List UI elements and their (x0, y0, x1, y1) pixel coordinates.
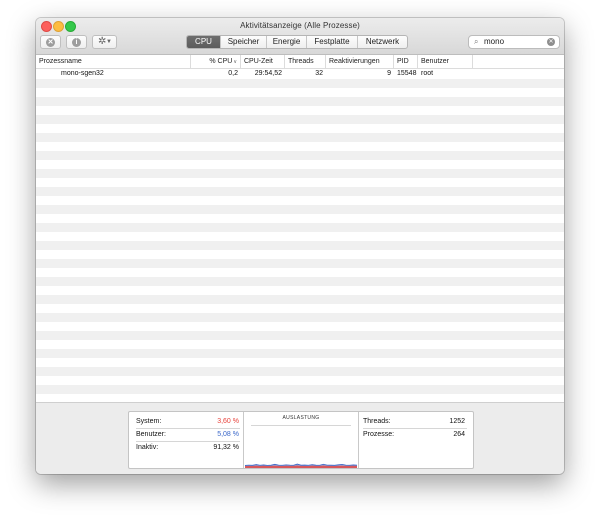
table-row-stripe (36, 277, 564, 286)
table-row-stripe (36, 331, 564, 340)
column-header-threads[interactable]: Threads (285, 55, 326, 68)
sort-descending-icon: ∨ (233, 59, 237, 65)
tab-memory[interactable]: Speicher (220, 36, 266, 48)
column-header-cpu-time[interactable]: CPU-Zeit (241, 55, 285, 68)
table-row-stripe (36, 295, 564, 304)
user-value: 5,08 % (217, 431, 239, 438)
table-header: Prozessname % CPU∨ CPU-Zeit Threads Reak… (36, 55, 564, 69)
inspect-process-button[interactable]: i (66, 35, 87, 49)
column-header-cpu[interactable]: % CPU∨ (191, 55, 241, 68)
search-input-value[interactable]: mono (484, 36, 504, 48)
table-row-stripe (36, 97, 564, 106)
table-row-stripe (36, 241, 564, 250)
chevron-down-icon: ▼ (106, 39, 112, 45)
system-label: System: (136, 418, 162, 425)
cpu-load-graph (245, 463, 357, 468)
table-row-stripe (36, 313, 564, 322)
table-row-stripe (36, 115, 564, 124)
system-value: 3,60 % (217, 418, 239, 425)
table-row-stripe (36, 133, 564, 142)
table-row-stripe (36, 79, 564, 88)
cpu-percent-cell: 0,2 (228, 70, 238, 77)
table-row-stripe (36, 187, 564, 196)
threads-cell: 32 (315, 70, 323, 77)
processes-label: Prozesse: (363, 431, 395, 438)
close-x-icon: ✕ (46, 37, 55, 47)
user-label: Benutzer: (136, 431, 166, 438)
category-tabs: CPU Speicher Energie Festplatte Netzwerk (186, 35, 408, 49)
divider (136, 441, 240, 442)
column-header-user[interactable]: Benutzer (418, 55, 473, 68)
divider (243, 412, 244, 468)
divider (358, 412, 359, 468)
process-name-cell: mono-sgen32 (61, 70, 104, 77)
tab-cpu[interactable]: CPU (187, 36, 220, 48)
pid-cell: 15548 (397, 70, 417, 77)
search-icon: ⌕ (474, 37, 479, 46)
divider (363, 428, 467, 429)
tab-network[interactable]: Netzwerk (357, 36, 407, 48)
table-row-stripe (36, 259, 564, 268)
tab-disk[interactable]: Festplatte (306, 36, 357, 48)
table-row-stripe (36, 367, 564, 376)
title-bar: Aktivitätsanzeige (Alle Prozesse) ✕ i ✲ … (36, 18, 564, 55)
system-load-area (245, 465, 357, 468)
user-cell: root (421, 70, 434, 77)
tab-energy[interactable]: Energie (266, 36, 306, 48)
divider (136, 428, 240, 429)
cpu-time-cell: 29:54,52 (254, 70, 282, 77)
table-row-stripe (36, 151, 564, 160)
table-row[interactable]: mono-sgen32 0,2 29:54,52 32 9 15548 root (36, 68, 564, 79)
table-row-stripe (36, 349, 564, 358)
column-header-pid[interactable]: PID (394, 55, 418, 68)
column-header-reactivations[interactable]: Reaktivierungen (326, 55, 394, 68)
table-row-stripe (36, 385, 564, 394)
quit-process-button[interactable]: ✕ (40, 35, 61, 49)
column-header-process-name[interactable]: Prozessname (36, 55, 191, 68)
threads-value: 1252 (449, 418, 465, 425)
table-row-stripe (36, 223, 564, 232)
graph-title: AUSLASTUNG (282, 415, 320, 421)
process-table: mono-sgen32 0,2 29:54,52 32 9 15548 root (36, 68, 564, 402)
idle-value: 91,32 % (213, 444, 239, 451)
activity-monitor-window: Aktivitätsanzeige (Alle Prozesse) ✕ i ✲ … (36, 18, 564, 474)
idle-label: Inaktiv: (136, 444, 159, 451)
reactivations-cell: 9 (387, 70, 391, 77)
cpu-stats-box: System: 3,60 % Benutzer: 5,08 % Inaktiv:… (128, 411, 474, 469)
window-title: Aktivitätsanzeige (Alle Prozesse) (240, 21, 360, 30)
table-row-stripe (36, 169, 564, 178)
search-field[interactable]: ⌕ mono ✕ (468, 35, 560, 49)
table-row-stripe (36, 205, 564, 214)
summary-panel: System: 3,60 % Benutzer: 5,08 % Inaktiv:… (36, 402, 564, 474)
info-icon: i (72, 37, 81, 47)
clear-search-icon[interactable]: ✕ (547, 38, 555, 46)
action-menu-button[interactable]: ✲ ▼ (92, 35, 117, 49)
processes-value: 264 (453, 431, 465, 438)
threads-label: Threads: (363, 418, 391, 425)
